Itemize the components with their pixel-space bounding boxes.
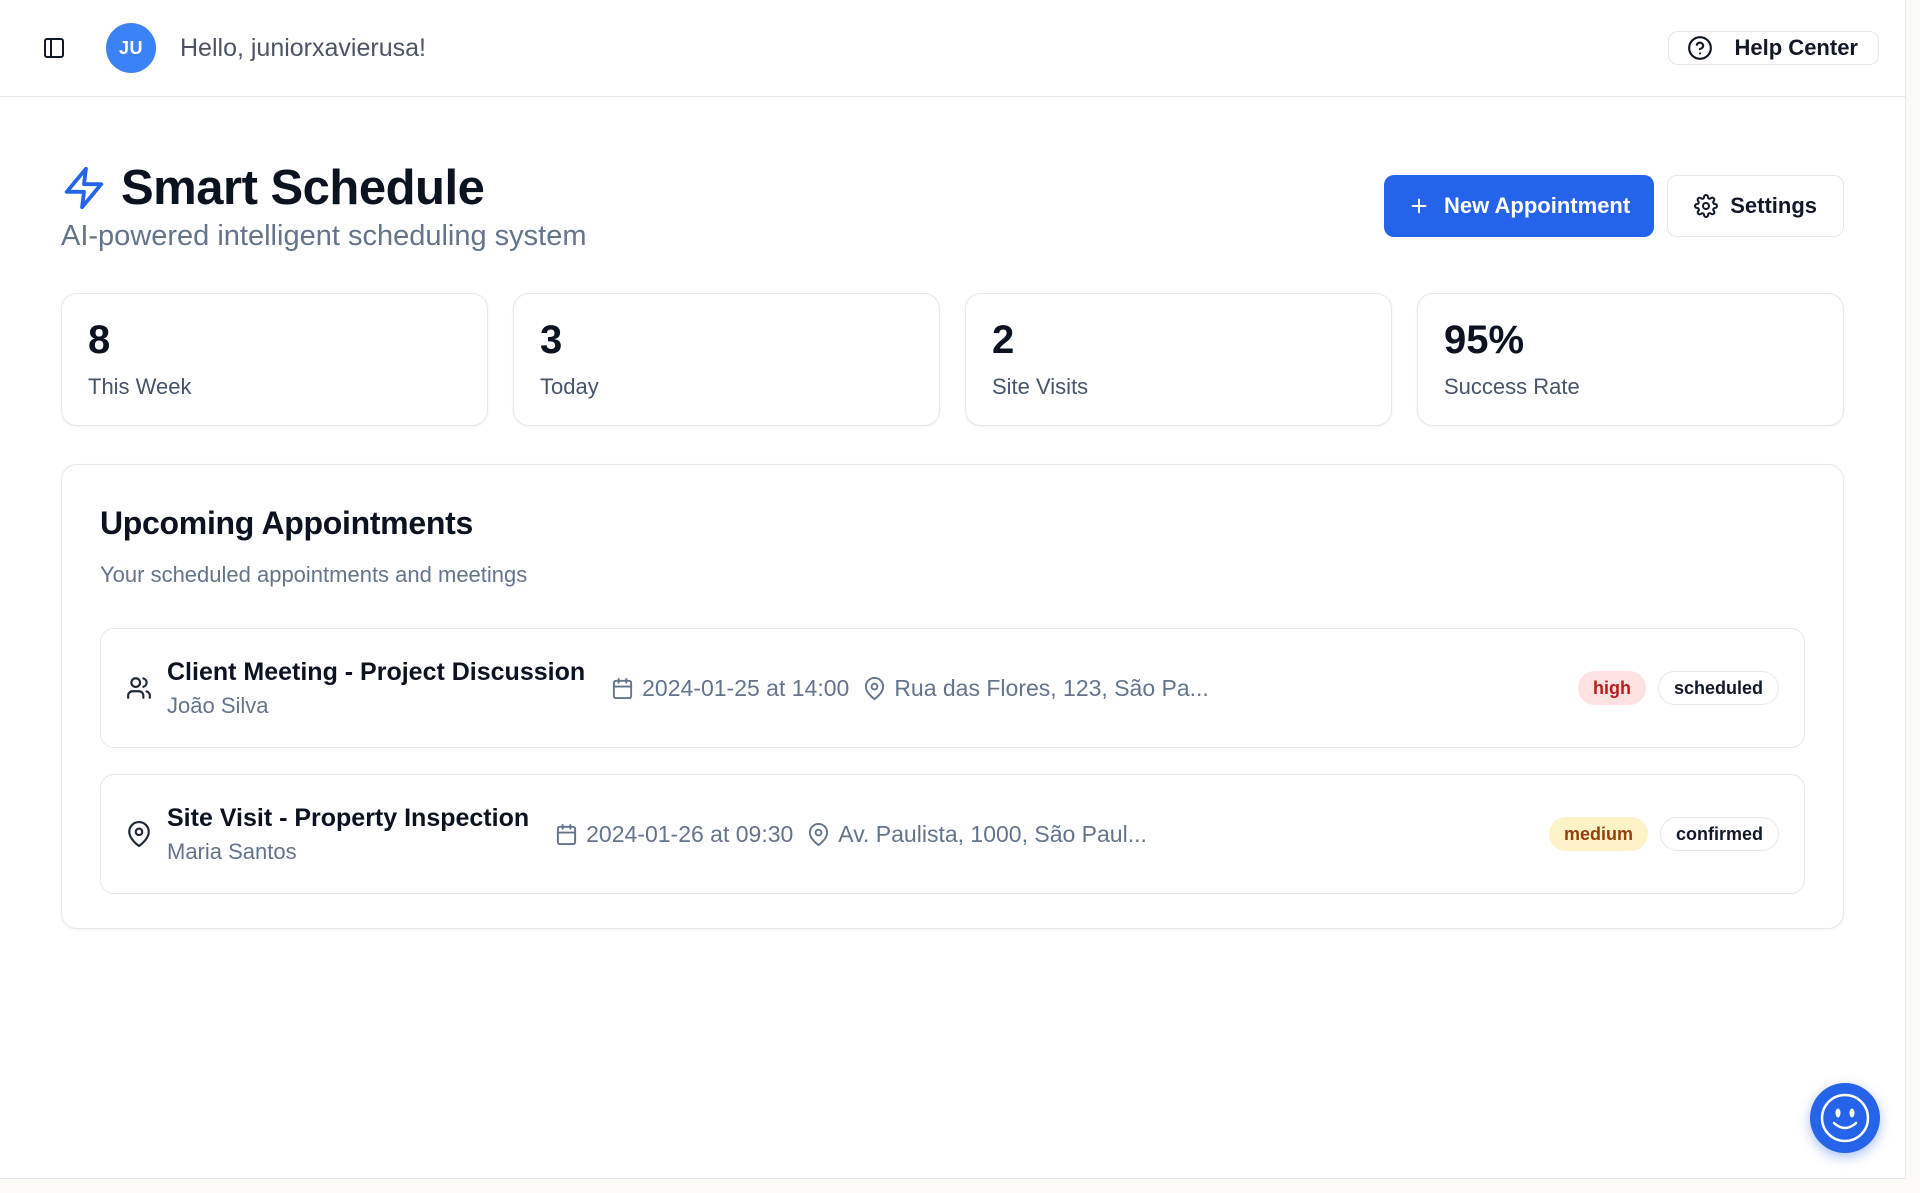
appointment-person: Maria Santos bbox=[167, 838, 297, 864]
calendar-icon bbox=[611, 677, 634, 700]
appointment-datetime: 2024-01-25 at 14:00 bbox=[611, 675, 849, 702]
stat-card-success-rate: 95% Success Rate bbox=[1417, 293, 1844, 426]
new-appointment-button[interactable]: New Appointment bbox=[1384, 175, 1655, 237]
appointment-location: Av. Paulista, 1000, São Paul... bbox=[807, 821, 1147, 848]
appointment-row[interactable]: Site Visit - Property Inspection Maria S… bbox=[100, 774, 1805, 894]
header-actions: New Appointment Settings bbox=[1384, 175, 1844, 237]
appointment-title: Client Meeting - Project Discussion bbox=[167, 657, 586, 686]
stat-value: 3 bbox=[540, 318, 563, 362]
smiley-icon bbox=[1818, 1091, 1872, 1145]
calendar-icon bbox=[555, 823, 578, 846]
greeting-text: Hello, juniorxavierusa! bbox=[180, 33, 426, 62]
appointment-location: Rua das Flores, 123, São Pa... bbox=[863, 675, 1209, 702]
stat-card-this-week: 8 This Week bbox=[61, 293, 488, 426]
stat-label: Site Visits bbox=[992, 374, 1089, 399]
map-pin-icon bbox=[807, 822, 830, 846]
appointment-badges: medium confirmed bbox=[1548, 817, 1779, 851]
stats-grid: 8 This Week 3 Today 2 Site Visits 95% Su… bbox=[61, 293, 1844, 426]
appointment-list: Client Meeting - Project Discussion João… bbox=[100, 628, 1805, 894]
title-block: Smart Schedule AI-powered intelligent sc… bbox=[61, 160, 587, 253]
avatar[interactable]: JU bbox=[106, 23, 156, 73]
location-text: Rua das Flores, 123, São Pa... bbox=[894, 674, 1209, 701]
status-badge: scheduled bbox=[1657, 671, 1779, 705]
stat-label: Success Rate bbox=[1444, 374, 1580, 399]
help-center-button[interactable]: Help Center bbox=[1667, 31, 1879, 65]
section-subtitle: Your scheduled appointments and meetings bbox=[100, 562, 528, 587]
page-subtitle: AI-powered intelligent scheduling system bbox=[61, 220, 587, 252]
gear-icon bbox=[1694, 194, 1719, 218]
assistant-chat-button[interactable] bbox=[1810, 1083, 1880, 1153]
settings-label: Settings bbox=[1730, 193, 1817, 218]
datetime-text: 2024-01-25 at 14:00 bbox=[642, 674, 850, 701]
appointment-badges: high scheduled bbox=[1577, 671, 1779, 705]
stat-label: This Week bbox=[88, 374, 192, 399]
lightning-icon bbox=[61, 165, 107, 211]
map-pin-icon bbox=[863, 676, 886, 700]
settings-button[interactable]: Settings bbox=[1667, 175, 1844, 237]
stat-label: Today bbox=[540, 374, 599, 399]
new-appointment-label: New Appointment bbox=[1444, 193, 1631, 218]
location-text: Av. Paulista, 1000, São Paul... bbox=[838, 820, 1147, 847]
priority-badge: medium bbox=[1548, 817, 1648, 851]
help-circle-icon bbox=[1687, 35, 1713, 61]
stat-card-today: 3 Today bbox=[513, 293, 940, 426]
sidebar-toggle-icon[interactable] bbox=[40, 34, 68, 62]
users-icon bbox=[125, 674, 153, 702]
appointment-person: João Silva bbox=[167, 692, 269, 718]
priority-badge: high bbox=[1577, 671, 1646, 705]
main-content: Smart Schedule AI-powered intelligent sc… bbox=[0, 160, 1905, 929]
app-window: JU Hello, juniorxavierusa! Help Center S… bbox=[0, 0, 1906, 1179]
plus-icon bbox=[1408, 195, 1430, 217]
map-pin-icon bbox=[125, 820, 153, 848]
stat-value: 95% bbox=[1444, 318, 1525, 362]
appointment-datetime: 2024-01-26 at 09:30 bbox=[555, 821, 793, 848]
appointment-title: Site Visit - Property Inspection bbox=[167, 803, 530, 832]
stat-value: 2 bbox=[992, 318, 1015, 362]
stat-card-site-visits: 2 Site Visits bbox=[965, 293, 1392, 426]
status-badge: confirmed bbox=[1659, 817, 1779, 851]
top-bar: JU Hello, juniorxavierusa! Help Center bbox=[0, 0, 1905, 97]
section-title: Upcoming Appointments bbox=[100, 505, 473, 541]
page-title: Smart Schedule bbox=[121, 161, 485, 215]
help-center-label: Help Center bbox=[1734, 35, 1858, 60]
page-header: Smart Schedule AI-powered intelligent sc… bbox=[61, 160, 1844, 253]
upcoming-appointments-card: Upcoming Appointments Your scheduled app… bbox=[61, 464, 1844, 929]
stat-value: 8 bbox=[88, 318, 111, 362]
appointment-row[interactable]: Client Meeting - Project Discussion João… bbox=[100, 628, 1805, 748]
datetime-text: 2024-01-26 at 09:30 bbox=[586, 820, 794, 847]
